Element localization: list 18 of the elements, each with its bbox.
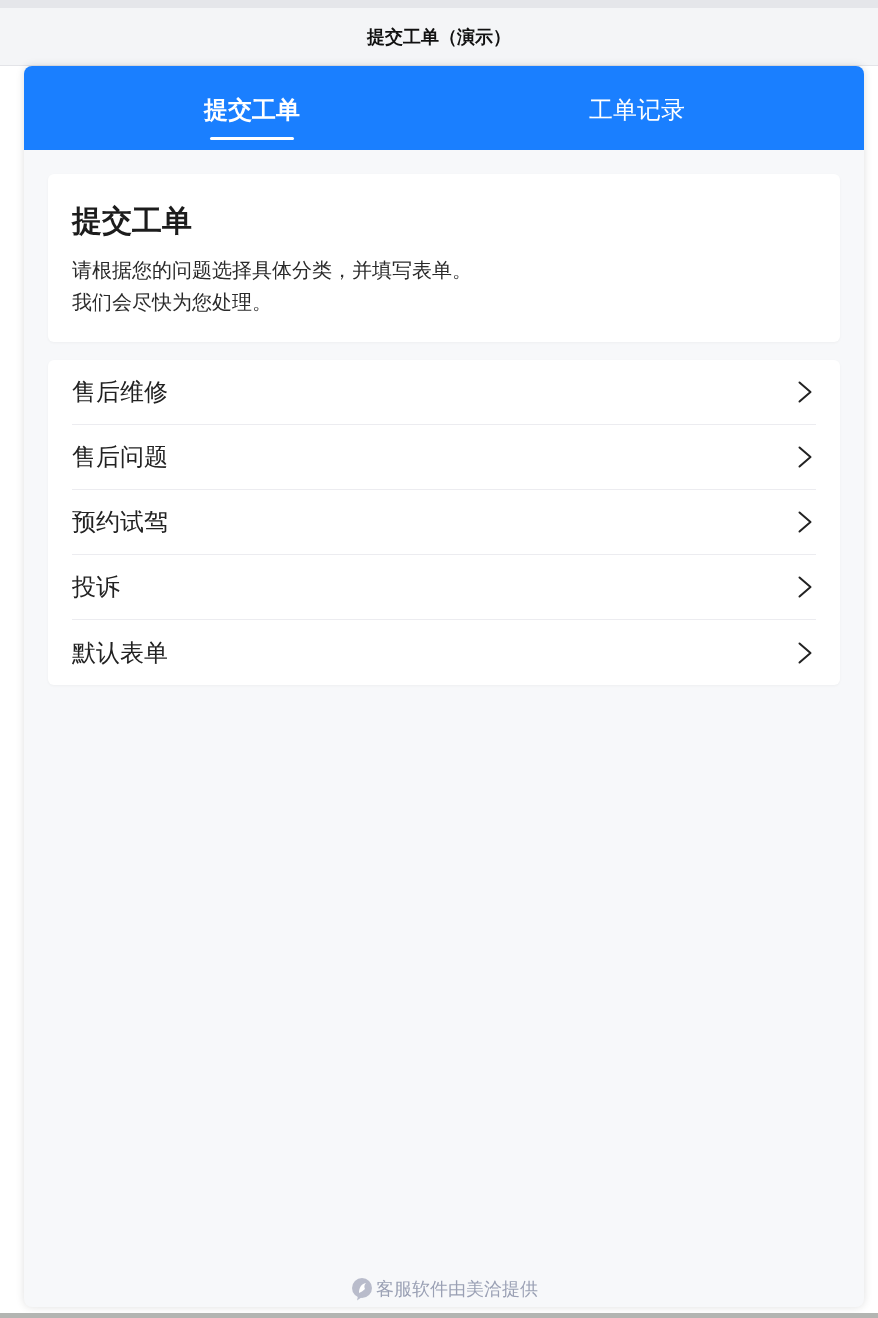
category-item[interactable]: 预约试驾 <box>72 490 816 555</box>
category-item[interactable]: 售后问题 <box>72 425 816 490</box>
chevron-right-icon <box>798 641 812 664</box>
category-item[interactable]: 售后维修 <box>72 360 816 425</box>
intro-text: 我们会尽快为您处理。 <box>72 289 273 316</box>
intro-title: 提交工单 <box>72 203 193 239</box>
category-item[interactable]: 投诉 <box>72 555 816 620</box>
chevron-right-icon <box>798 511 812 533</box>
powered-by-text: 客服软件由美洽提供 <box>375 1277 538 1301</box>
category-item[interactable]: 默认表单 <box>72 620 816 685</box>
chevron-right-icon <box>798 381 812 403</box>
chevron-right-icon <box>798 446 812 468</box>
chat-bubble-icon <box>350 1277 373 1301</box>
tab[interactable]: 工单记录 <box>588 82 685 140</box>
intro-text: 请根据您的问题选择具体分类，并填写表单。 <box>72 257 473 284</box>
chevron-right-icon <box>798 576 812 598</box>
page-title: 提交工单（演示） <box>367 24 511 49</box>
tab[interactable]: 提交工单 <box>203 82 300 140</box>
